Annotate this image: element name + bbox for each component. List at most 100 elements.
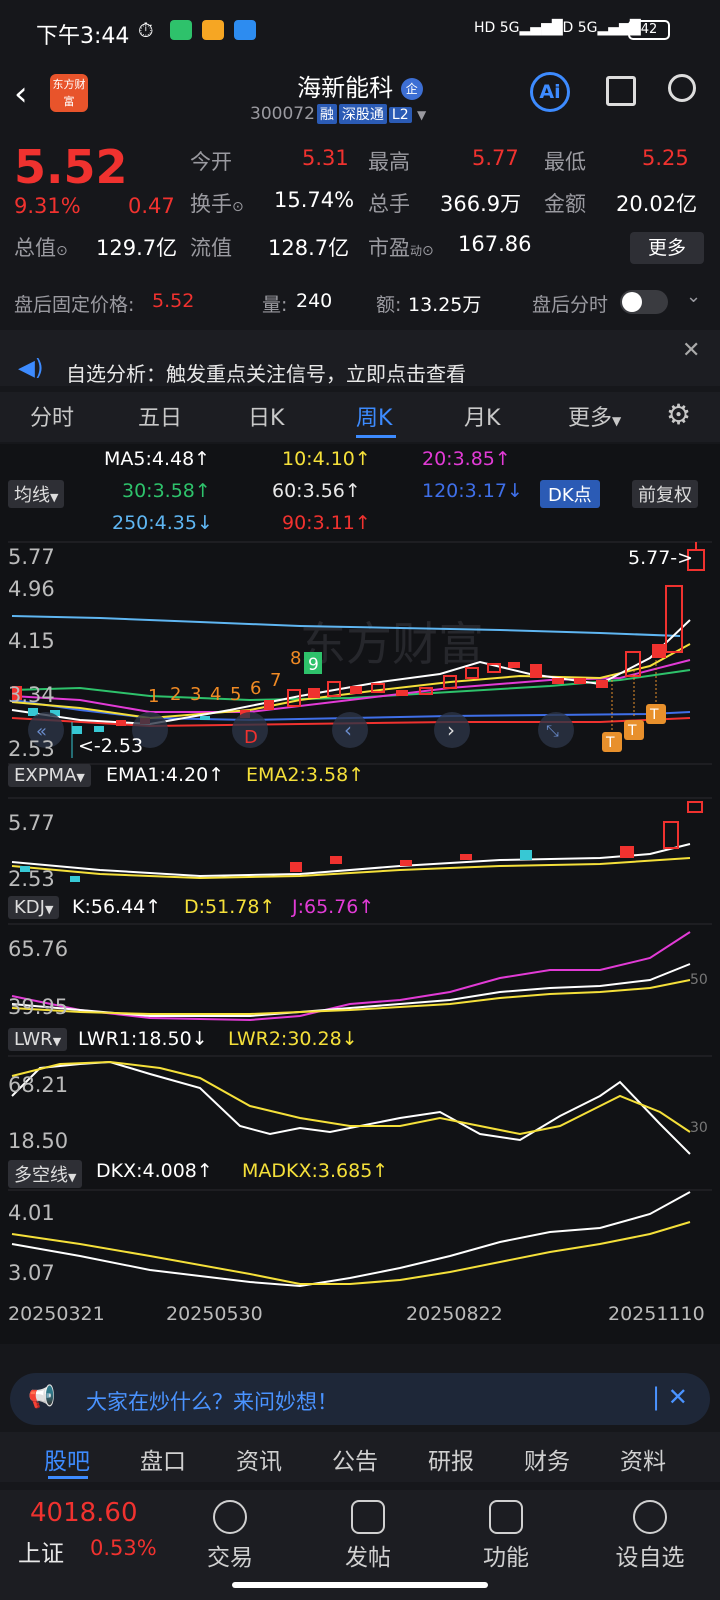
svg-text:⤡: ⤡ (546, 721, 559, 740)
ema2-label: EMA2:3.58↑ (246, 764, 365, 786)
svg-text:30: 30 (690, 1120, 708, 1136)
ask-text: 大家在炒什么？来问妙想！ (86, 1390, 338, 1414)
close-icon[interactable]: | ✕ (652, 1383, 688, 1411)
change-pct: 9.31% (14, 194, 81, 218)
more-button[interactable]: 更多 (630, 232, 704, 264)
svg-text:20251110: 20251110 (608, 1303, 705, 1325)
search-icon[interactable] (668, 74, 696, 102)
mktcap-label: 总值⊙ (14, 236, 68, 260)
kdj-j-label: J:65.76↑ (292, 896, 375, 918)
svg-text:5.77: 5.77 (8, 545, 55, 569)
after-vol: 240 (296, 290, 333, 312)
svg-text:2.53: 2.53 (8, 867, 55, 891)
tab-weekly[interactable]: 周K (356, 400, 392, 432)
add-watchlist-button[interactable]: 设自选 (600, 1500, 700, 1572)
after-toggle[interactable] (620, 290, 668, 314)
svg-text:D: D (244, 727, 258, 748)
bottom-toolbar: 4018.60 上证 0.53% 交易 发帖 功能 设自选 (0, 1490, 720, 1600)
svg-text:T: T (627, 723, 637, 739)
svg-text:6: 6 (250, 678, 261, 699)
svg-text:T: T (649, 707, 659, 723)
notice-text: 自选分析：触发重点关注信号，立即点击查看 (66, 362, 466, 386)
ma90-label: 90:3.11↑ (282, 512, 371, 534)
kdj-k-label: K:56.44↑ (72, 896, 162, 918)
low-value: 5.25 (642, 146, 689, 170)
trade-button[interactable]: 交易 (200, 1500, 260, 1572)
svg-text:3.34: 3.34 (8, 683, 55, 707)
turnover-label: 换手⊙ (190, 192, 244, 216)
amount-label: 金额 (544, 192, 586, 216)
index-name: 上证 (18, 1541, 64, 1567)
after-label: 盘后固定价格: (14, 294, 135, 316)
mktcap-value: 129.7亿 (96, 236, 178, 260)
tab-intraday[interactable]: 分时 (30, 400, 74, 432)
index-value[interactable]: 4018.60 (30, 1498, 138, 1528)
tab-news[interactable]: 资讯 (236, 1442, 282, 1476)
volume-label: 总手 (368, 192, 410, 216)
ma20-label: 20:3.85↑ (422, 448, 511, 470)
dk-button[interactable]: DK点 (540, 480, 600, 508)
ma10-label: 10:4.10↑ (282, 448, 371, 470)
after-amt: 13.25万 (408, 294, 482, 316)
svg-text:20250321: 20250321 (8, 1303, 105, 1325)
float-value: 128.7亿 (268, 236, 350, 260)
tab-profile[interactable]: 资料 (620, 1442, 666, 1476)
tab-indicator (48, 1476, 88, 1479)
tab-pankou[interactable]: 盘口 (140, 1442, 186, 1476)
tab-monthly[interactable]: 月K (464, 400, 500, 432)
enterprise-badge-icon: 企 (400, 78, 423, 100)
ai-icon[interactable]: Ai (530, 72, 570, 112)
function-button[interactable]: 功能 (476, 1500, 536, 1572)
kdj-selector[interactable]: KDJ▼ (8, 896, 60, 919)
pe-label: 市盈动⊙ (368, 236, 434, 260)
ma120-label: 120:3.17↓ (422, 480, 523, 502)
tab-5day[interactable]: 五日 (138, 400, 182, 432)
share-icon[interactable] (606, 76, 636, 106)
high-value: 5.77 (472, 146, 519, 170)
adjust-button[interactable]: 前复权 (632, 480, 698, 508)
ask-bar[interactable]: 📢 大家在炒什么？来问妙想！ | ✕ (10, 1373, 710, 1425)
dkx-selector[interactable]: 多空线▼ (8, 1160, 83, 1188)
tab-more[interactable]: 更多▼ (568, 400, 621, 432)
kline-chart-area: MA5:4.48↑ 10:4.10↑ 20:3.85↑ 均线▼ 30:3.58↑… (0, 444, 720, 1344)
svg-text:4.01: 4.01 (8, 1201, 55, 1225)
open-value: 5.31 (302, 146, 349, 170)
svg-text:20250822: 20250822 (406, 1303, 503, 1325)
tab-research[interactable]: 研报 (428, 1442, 474, 1476)
stock-code[interactable]: 300072 融深股通 L2 ▼ (250, 104, 426, 124)
svg-text:7: 7 (270, 670, 281, 691)
svg-text:65.76: 65.76 (8, 937, 68, 961)
svg-text:8: 8 (290, 648, 301, 669)
svg-text:9: 9 (308, 655, 319, 675)
svg-text:4: 4 (210, 684, 221, 705)
expma-selector[interactable]: EXPMA▼ (8, 764, 91, 787)
after-amt-label: 额: (376, 294, 402, 316)
more-icon (633, 1500, 667, 1534)
close-icon[interactable]: ✕ (682, 338, 700, 363)
after-hours-row: 盘后固定价格: 5.52 量: 240 额: 13.25万 盘后分时 ⌄ (0, 282, 720, 322)
index-pct: 0.53% (90, 1536, 157, 1560)
current-price: 5.52 (14, 140, 128, 194)
high-label: 最高 (368, 150, 410, 174)
grid-icon (489, 1500, 523, 1534)
svg-text:18.50: 18.50 (8, 1129, 68, 1153)
battery-icon: 42 (628, 20, 670, 40)
tab-daily[interactable]: 日K (248, 400, 284, 432)
tab-guba[interactable]: 股吧 (44, 1442, 90, 1476)
svg-text:T: T (605, 735, 615, 751)
settings-icon[interactable]: ⚙ (666, 398, 691, 431)
low-label: 最低 (544, 150, 586, 174)
svg-text:68.21: 68.21 (8, 1073, 68, 1097)
chevron-down-icon[interactable]: ⌄ (686, 286, 701, 307)
ema1-label: EMA1:4.20↑ (106, 764, 225, 786)
tab-announcement[interactable]: 公告 (332, 1442, 378, 1476)
ma-selector[interactable]: 均线▼ (8, 480, 65, 508)
after-toggle-label: 盘后分时 (532, 294, 609, 316)
svg-text:‹: ‹ (344, 718, 352, 742)
lwr-selector[interactable]: LWR▼ (8, 1028, 68, 1051)
status-bar: 下午3:44 ⏱ HD 5G▂▄▆█ HD 5G▂▄▆█ 42 (0, 0, 720, 66)
tab-finance[interactable]: 财务 (524, 1442, 570, 1476)
notice-bar[interactable]: ◀) 自选分析：触发重点关注信号，立即点击查看 ✕ (0, 330, 720, 386)
post-button[interactable]: 发帖 (338, 1500, 398, 1572)
kline-svg[interactable]: 东方财富 1 2 3 4 5 6 7 8 9 T T T ‹ › « ⤡ D 5… (0, 540, 720, 1344)
